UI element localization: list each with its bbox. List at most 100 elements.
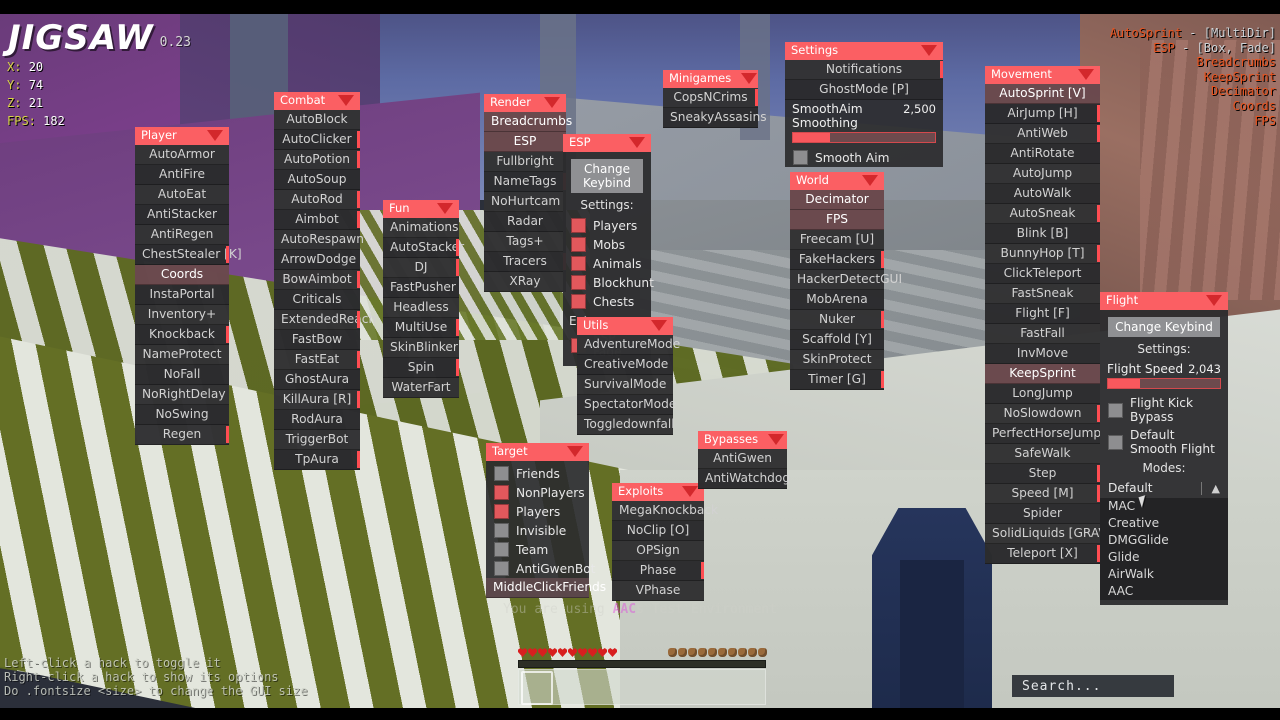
- module-item[interactable]: KillAura [R]: [274, 390, 360, 410]
- panel-combat-header[interactable]: Combat: [274, 92, 360, 110]
- module-item[interactable]: WaterFart: [383, 378, 459, 398]
- module-item[interactable]: Aimbot: [274, 210, 360, 230]
- module-item[interactable]: AntiRegen: [135, 225, 229, 245]
- checkbox-icon[interactable]: [1108, 434, 1123, 450]
- module-item[interactable]: Inventory+: [135, 305, 229, 325]
- panel-utils-header[interactable]: Utils: [577, 317, 673, 335]
- module-item[interactable]: Tracers: [484, 252, 566, 272]
- module-item[interactable]: Headless: [383, 298, 459, 318]
- flight-speed-slider-track[interactable]: [1107, 378, 1221, 389]
- module-item[interactable]: AutoArmor: [135, 145, 229, 165]
- flight-speed-slider-row[interactable]: Flight Speed 2,043: [1100, 360, 1228, 377]
- module-item[interactable]: AntiStacker: [135, 205, 229, 225]
- module-item[interactable]: NoRightDelay: [135, 385, 229, 405]
- panel-movement-header[interactable]: Movement: [985, 66, 1100, 84]
- module-item[interactable]: SkinBlinker: [383, 338, 459, 358]
- module-item[interactable]: Decimator: [790, 190, 884, 210]
- module-item[interactable]: Toggledownfall: [577, 415, 675, 435]
- module-item[interactable]: Step: [985, 464, 1100, 484]
- panel-minigames[interactable]: Minigames CopsNCrims SneakyAssasins: [663, 70, 767, 128]
- module-item[interactable]: AutoStacker: [383, 238, 464, 258]
- module-item[interactable]: Blink [B]: [985, 224, 1100, 244]
- module-item[interactable]: AutoWalk: [985, 184, 1100, 204]
- chevron-down-icon[interactable]: [629, 137, 645, 148]
- chevron-down-icon[interactable]: [1206, 295, 1222, 306]
- panel-exploits[interactable]: Exploits MegaKnockback NoClip [O] OPSign Ph…: [612, 483, 718, 601]
- middleclick-friends-item[interactable]: MiddleClickFriends: [486, 578, 606, 598]
- module-item[interactable]: AutoRespawn: [274, 230, 364, 250]
- module-item[interactable]: TpAura: [274, 450, 360, 470]
- module-item[interactable]: AutoJump: [985, 164, 1100, 184]
- module-item[interactable]: Scaffold [Y]: [790, 330, 884, 350]
- module-item[interactable]: NoSlowdown: [985, 404, 1100, 424]
- checkbox-row[interactable]: Friends: [486, 464, 589, 483]
- module-item[interactable]: Nuker: [790, 310, 884, 330]
- module-item[interactable]: HackerDetectGUI: [790, 270, 902, 290]
- chevron-down-icon[interactable]: [651, 320, 667, 331]
- esp-change-keybind-button[interactable]: Change Keybind: [571, 159, 643, 193]
- module-item[interactable]: SpectatorMode: [577, 395, 676, 415]
- checkbox-row[interactable]: Mobs: [563, 235, 651, 254]
- module-item[interactable]: FPS: [790, 210, 884, 230]
- module-item[interactable]: ArrowDodge: [274, 250, 360, 270]
- smoothaim-slider-track[interactable]: [792, 132, 936, 143]
- flight-mode-options[interactable]: MAC Creative DMGGlide Glide AirWalk AAC: [1100, 498, 1228, 600]
- module-item[interactable]: MegaKnockback: [612, 501, 718, 521]
- checkbox-row[interactable]: Players: [486, 502, 589, 521]
- module-item[interactable]: Notifications: [785, 60, 943, 80]
- module-item[interactable]: MultiUse: [383, 318, 459, 338]
- checkbox-row[interactable]: AntiGwenBot: [486, 559, 595, 578]
- module-item[interactable]: CopsNCrims: [663, 88, 758, 108]
- checkbox-icon[interactable]: [1108, 402, 1123, 418]
- module-item[interactable]: AntiWeb: [985, 124, 1100, 144]
- module-item[interactable]: CreativeMode: [577, 355, 673, 375]
- checkbox-icon[interactable]: [494, 504, 509, 519]
- module-item[interactable]: AutoClicker: [274, 130, 360, 150]
- module-item[interactable]: ExtendedReach: [274, 310, 376, 330]
- panel-target-header[interactable]: Target: [486, 443, 589, 461]
- module-item[interactable]: MobArena: [790, 290, 884, 310]
- flight-mode-option[interactable]: AAC: [1100, 583, 1228, 600]
- module-item[interactable]: Regen: [135, 425, 229, 445]
- checkbox-icon[interactable]: [494, 561, 509, 576]
- panel-movement[interactable]: Movement AutoSprint [V] AirJump [H] AntiWe…: [985, 66, 1119, 564]
- module-item[interactable]: ChestStealer [K]: [135, 245, 242, 265]
- module-item[interactable]: Timer [G]: [790, 370, 884, 390]
- flight-mode-option[interactable]: Glide: [1100, 549, 1228, 566]
- panel-bypasses[interactable]: Bypasses AntiGwen AntiWatchdog: [698, 431, 790, 489]
- module-item[interactable]: FastSneak: [985, 284, 1100, 304]
- hotbar-selected-slot[interactable]: [521, 671, 553, 705]
- module-item[interactable]: AutoEat: [135, 185, 229, 205]
- checkbox-row[interactable]: Blockhunt: [563, 273, 654, 292]
- module-item[interactable]: BowAimbot: [274, 270, 360, 290]
- module-item[interactable]: AutoSoup: [274, 170, 360, 190]
- flight-change-keybind-button[interactable]: Change Keybind: [1108, 317, 1220, 337]
- panel-player[interactable]: Player AutoArmor AntiFire AutoEat AntiStack…: [135, 127, 242, 445]
- checkbox-row[interactable]: Flight Kick Bypass: [1100, 394, 1228, 426]
- checkbox-row[interactable]: Chests: [563, 292, 651, 311]
- module-item[interactable]: FastEat: [274, 350, 360, 370]
- flight-mode-option[interactable]: MAC: [1100, 498, 1228, 515]
- module-item[interactable]: XRay: [484, 272, 566, 292]
- checkbox-icon[interactable]: [571, 237, 586, 252]
- module-item[interactable]: SolidLiquids [GRAVE]: [985, 524, 1119, 544]
- checkbox-row[interactable]: Team: [486, 540, 589, 559]
- module-item[interactable]: FastFall: [985, 324, 1100, 344]
- chevron-down-icon[interactable]: [768, 434, 785, 445]
- panel-target[interactable]: Target Friends NonPlayers Players Invisible…: [486, 443, 606, 598]
- module-item[interactable]: AutoSprint [V]: [985, 84, 1100, 104]
- module-item[interactable]: FakeHackers: [790, 250, 884, 270]
- module-item[interactable]: Knockback: [135, 325, 229, 345]
- module-item[interactable]: Teleport [X]: [985, 544, 1100, 564]
- flight-mode-option[interactable]: AirWalk: [1100, 566, 1228, 583]
- module-item[interactable]: AirJump [H]: [985, 104, 1100, 124]
- module-item[interactable]: AutoPotion: [274, 150, 360, 170]
- panel-flight-settings[interactable]: Flight Change Keybind Settings: Flight S…: [1100, 292, 1228, 605]
- checkbox-icon[interactable]: [571, 275, 586, 290]
- module-item[interactable]: KeepSprint: [985, 364, 1100, 384]
- module-item[interactable]: Spider: [985, 504, 1100, 524]
- module-item[interactable]: BunnyHop [T]: [985, 244, 1100, 264]
- module-item[interactable]: Phase: [612, 561, 704, 581]
- checkbox-icon[interactable]: [494, 542, 509, 557]
- panel-settings-header[interactable]: Settings: [785, 42, 943, 60]
